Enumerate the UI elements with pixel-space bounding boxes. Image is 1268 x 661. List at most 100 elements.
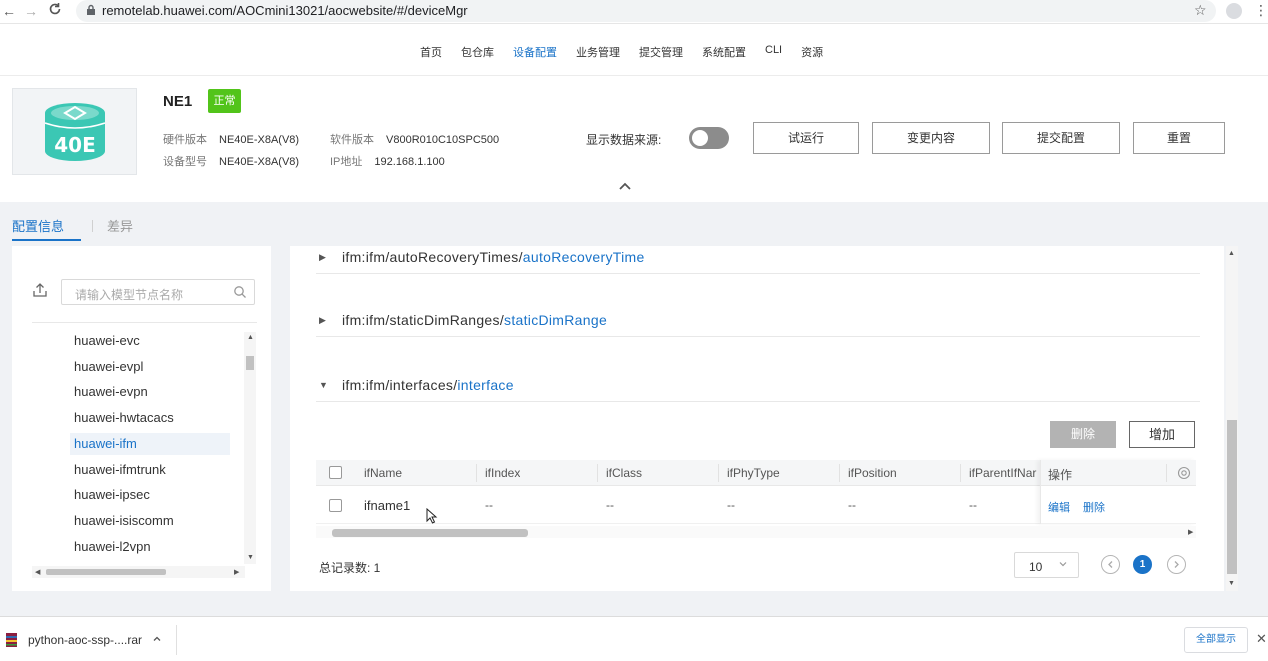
panel-vertical-scrollbar[interactable]: ▲ ▼ (1226, 246, 1238, 591)
address-bar[interactable]: remotelab.huawei.com/AOCmini13021/aocweb… (76, 0, 1216, 22)
tree-item[interactable]: huawei-ifm (70, 432, 230, 455)
delete-button[interactable]: 删除 (1050, 421, 1116, 448)
tree-vertical-scrollbar[interactable]: ▲ ▼ (244, 332, 256, 564)
search-icon[interactable] (233, 285, 247, 299)
chevron-up-icon[interactable] (152, 633, 162, 643)
scroll-thumb[interactable] (46, 569, 166, 575)
tree-search-input[interactable]: 请输入模型节点名称 (61, 279, 255, 305)
tree-item[interactable]: huawei-evpl (70, 356, 230, 378)
cell-ifclass: -- (606, 498, 614, 512)
nav-item-device-config[interactable]: 设备配置 (513, 44, 557, 60)
scroll-right-arrow-icon[interactable]: ▶ (1188, 528, 1193, 536)
forward-arrow-icon[interactable]: → (22, 2, 40, 20)
scroll-left-arrow-icon[interactable]: ◀ (35, 568, 40, 576)
column-ifposition[interactable]: ifPosition (848, 466, 897, 480)
section-row[interactable]: ▶ ifm:ifm/autoRecoveryTimes/autoRecoveryT… (316, 246, 1200, 274)
column-ifname[interactable]: ifName (364, 466, 402, 480)
tab-config-info[interactable]: 配置信息 (12, 216, 81, 241)
prev-page-button[interactable] (1101, 555, 1120, 574)
scroll-down-arrow-icon[interactable]: ▼ (247, 554, 254, 561)
collapse-chevron-up-icon[interactable] (618, 179, 632, 193)
section-path-leaf[interactable]: interface (457, 377, 513, 393)
column-divider (718, 464, 719, 482)
nav-item-home[interactable]: 首页 (420, 44, 442, 60)
tree-item[interactable]: huawei-isiscomm (70, 510, 230, 532)
download-file-name[interactable]: python-aoc-ssp-....rar (28, 633, 142, 647)
reset-button[interactable]: 重置 (1133, 122, 1225, 154)
scroll-up-arrow-icon[interactable]: ▲ (1228, 250, 1235, 257)
reload-icon[interactable] (46, 2, 64, 20)
section-path: ifm:ifm/staticDimRanges/staticDimRange (342, 312, 607, 328)
scroll-down-arrow-icon[interactable]: ▼ (1228, 580, 1235, 587)
dry-run-button[interactable]: 试运行 (753, 122, 859, 154)
scroll-thumb[interactable] (1227, 420, 1237, 574)
back-arrow-icon[interactable]: ← (0, 2, 18, 20)
bookmark-star-icon[interactable]: ☆ (1194, 2, 1207, 19)
delete-row-link[interactable]: 删除 (1083, 499, 1105, 515)
page-1-button[interactable]: 1 (1133, 555, 1152, 574)
scroll-thumb[interactable] (332, 529, 528, 537)
column-ifparentifname[interactable]: ifParentIfNar (969, 466, 1039, 480)
logo-text: 40E (54, 133, 96, 157)
show-all-button[interactable]: 全部显示 (1184, 627, 1248, 653)
device-model: 设备型号 NE40E-X8A(V8) (163, 156, 300, 168)
actions-column: 操作 编辑 删除 (1040, 460, 1196, 524)
section-row[interactable]: ▶ ifm:ifm/staticDimRanges/staticDimRange (316, 309, 1200, 337)
tree-item[interactable]: huawei-evpn (70, 381, 230, 403)
scroll-right-arrow-icon[interactable]: ▶ (234, 568, 239, 576)
caret-right-icon[interactable]: ▶ (319, 252, 326, 263)
next-page-button[interactable] (1167, 555, 1186, 574)
rar-file-icon (6, 633, 17, 647)
changes-button[interactable]: 变更内容 (872, 122, 990, 154)
nav-item-system-config[interactable]: 系统配置 (702, 44, 746, 60)
tree-horizontal-scrollbar[interactable]: ◀ ▶ (32, 566, 245, 578)
column-ifindex[interactable]: ifIndex (485, 466, 520, 480)
page-size-select[interactable]: 10 (1014, 552, 1079, 578)
tree-item[interactable]: huawei-ipsec (70, 484, 230, 506)
column-settings-icon[interactable] (1177, 466, 1191, 480)
column-divider (1166, 464, 1167, 482)
column-ifphytype[interactable]: ifPhyType (727, 466, 780, 480)
select-all-checkbox[interactable] (329, 466, 342, 479)
device-logo: 40E (12, 88, 137, 175)
column-divider (960, 464, 961, 482)
status-badge: 正常 (208, 89, 241, 113)
add-button[interactable]: 增加 (1129, 421, 1195, 448)
browser-menu-icon[interactable]: ⋮ (1254, 2, 1268, 19)
edit-link[interactable]: 编辑 (1048, 499, 1070, 515)
nav-item-resources[interactable]: 资源 (801, 44, 823, 60)
nav-item-cli[interactable]: CLI (765, 44, 782, 60)
upload-icon[interactable] (32, 282, 48, 298)
cell-ifname: ifname1 (364, 498, 411, 513)
column-ifclass[interactable]: ifClass (606, 466, 642, 480)
tree-item[interactable]: huawei-ifmtrunk (70, 459, 230, 481)
tree-item[interactable]: huawei-evc (70, 330, 230, 352)
section-path-prefix: ifm:ifm/staticDimRanges/ (342, 312, 505, 328)
tab-diff[interactable]: 差异 (107, 216, 133, 235)
section-path-leaf[interactable]: autoRecoveryTime (523, 249, 645, 265)
column-divider (476, 464, 477, 482)
section-row[interactable]: ▼ ifm:ifm/interfaces/interface (316, 374, 1200, 402)
hw-version: 硬件版本 NE40E-X8A(V8) (163, 134, 300, 146)
caret-right-icon[interactable]: ▶ (319, 315, 326, 326)
scroll-up-arrow-icon[interactable]: ▲ (247, 334, 254, 341)
nav-item-package-repo[interactable]: 包仓库 (461, 44, 494, 60)
commit-config-button[interactable]: 提交配置 (1002, 122, 1120, 154)
section-path: ifm:ifm/autoRecoveryTimes/autoRecoveryTi… (342, 249, 645, 265)
mouse-cursor-icon (426, 507, 438, 527)
search-placeholder: 请输入模型节点名称 (75, 288, 184, 302)
url-text: remotelab.huawei.com/AOCmini13021/aocweb… (102, 3, 468, 18)
section-path-leaf[interactable]: staticDimRange (504, 312, 607, 328)
close-icon[interactable]: ✕ (1256, 631, 1267, 647)
tree-item[interactable]: huawei-hwtacacs (70, 407, 230, 429)
row-checkbox[interactable] (329, 499, 342, 512)
table-horizontal-scrollbar[interactable]: ▶ (316, 526, 1196, 538)
profile-avatar[interactable] (1226, 3, 1242, 19)
section-path: ifm:ifm/interfaces/interface (342, 377, 514, 393)
data-source-toggle[interactable] (689, 127, 729, 149)
caret-down-icon[interactable]: ▼ (319, 380, 328, 390)
tree-item[interactable]: huawei-l2vpn (70, 536, 230, 558)
scroll-thumb[interactable] (246, 356, 254, 370)
nav-item-commit-mgmt[interactable]: 提交管理 (639, 44, 683, 60)
nav-item-service-mgmt[interactable]: 业务管理 (576, 44, 620, 60)
